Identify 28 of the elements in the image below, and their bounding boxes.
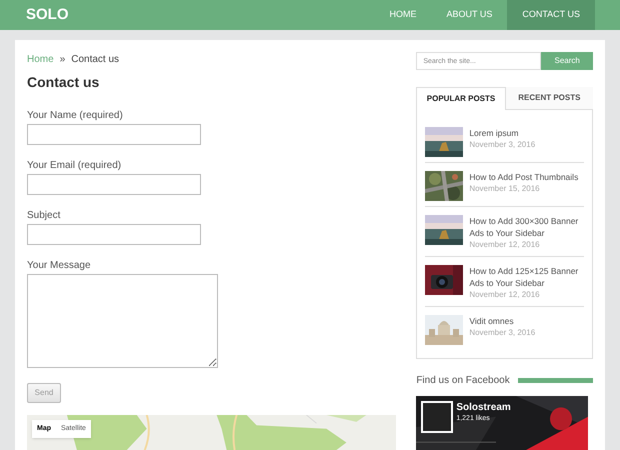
field-label: Subject (27, 209, 62, 223)
input-field[interactable] (27, 174, 201, 195)
field-label: Your Message (27, 259, 92, 273)
post-title[interactable]: How to Add 125×125 Banner Ads to Your Sidebar (469, 265, 584, 289)
page-avatar (421, 401, 454, 433)
post-date: November 15, 2016 (469, 183, 541, 195)
breadcrumb-current: Contact us (71, 53, 120, 67)
site-title: SOLO (26, 4, 69, 25)
message-field[interactable] (27, 274, 218, 368)
page-title: Contact us (27, 73, 100, 92)
post-date: November 12, 2016 (469, 239, 541, 251)
tab[interactable]: RECENT POSTS (506, 87, 594, 110)
nav-link[interactable]: CONTACT US (507, 0, 595, 30)
field-label: Your Name (required) (27, 109, 124, 123)
field-label: Your Email (required) (27, 159, 122, 173)
post-title[interactable]: Lorem ipsum (469, 127, 536, 139)
input-field[interactable] (27, 224, 201, 245)
post-title[interactable]: How to Add Post Thumbnails (469, 171, 578, 183)
post-title[interactable]: How to Add 300×300 Banner Ads to Your Sidebar (469, 215, 584, 239)
post-date: November 12, 2016 (469, 289, 541, 301)
post-title[interactable]: Vidit omnes (469, 315, 536, 327)
widget-heading: Find us on Facebook (416, 374, 510, 388)
input-field[interactable] (27, 124, 201, 145)
tab[interactable]: POPULAR POSTS (416, 87, 506, 110)
page-name[interactable]: Solostream (456, 402, 511, 414)
post-date: November 3, 2016 (469, 327, 536, 339)
post-date: November 3, 2016 (469, 139, 536, 151)
breadcrumb-separator: » (60, 53, 66, 67)
